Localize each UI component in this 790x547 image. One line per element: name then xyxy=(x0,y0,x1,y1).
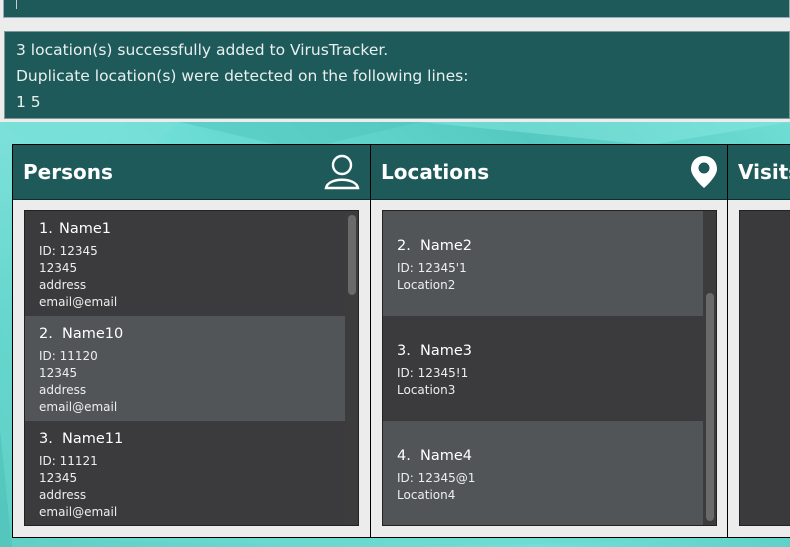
location-address: Location3 xyxy=(397,383,456,397)
person-email: email@email xyxy=(39,295,118,309)
result-line: 3 location(s) successfully added to Viru… xyxy=(16,41,389,59)
location-id: ID: 12345'1 xyxy=(397,261,467,275)
locations-list[interactable]: 2. Name2 ID: 12345'1 Location2 3. Name3 … xyxy=(382,210,717,526)
locations-panel-header: Locations xyxy=(371,145,727,200)
person-id: ID: 11120 xyxy=(39,349,98,363)
person-index: 1. xyxy=(39,221,53,237)
location-name: Name4 xyxy=(420,448,473,464)
person-name: Name10 xyxy=(62,326,124,342)
person-icon xyxy=(324,153,360,196)
visits-panel-header: Visits xyxy=(728,145,790,200)
location-name: Name3 xyxy=(420,343,473,359)
person-address: address xyxy=(39,278,87,292)
person-name: Name1 xyxy=(59,221,112,237)
location-pin-icon xyxy=(689,154,719,195)
result-line: 1 5 xyxy=(16,93,41,111)
person-email: email@email xyxy=(39,505,118,519)
location-id: ID: 12345@1 xyxy=(397,471,476,485)
person-card[interactable]: 2. Name10 ID: 11120 12345 address email@… xyxy=(25,316,345,421)
persons-scrollbar-thumb[interactable] xyxy=(348,215,356,295)
command-area xyxy=(0,0,790,26)
visits-panel-title: Visits xyxy=(738,160,790,184)
person-index: 2. xyxy=(39,326,53,342)
locations-panel: Locations 2. Name2 ID: 12345'1 Location2… xyxy=(370,144,728,538)
person-card[interactable]: 3. Name11 ID: 11121 12345 address email@… xyxy=(25,421,345,525)
location-index: 4. xyxy=(397,448,411,464)
command-input[interactable] xyxy=(3,0,790,18)
person-name: Name11 xyxy=(62,431,124,447)
persons-list[interactable]: 1. Name1 ID: 12345 12345 address email@e… xyxy=(24,210,359,526)
location-address: Location2 xyxy=(397,278,456,292)
persons-panel: Persons 1. Name1 ID: 12345 12345 address… xyxy=(12,144,371,538)
location-id: ID: 12345!1 xyxy=(397,366,469,380)
person-id: ID: 12345 xyxy=(39,244,98,258)
person-card[interactable]: 1. Name1 ID: 12345 12345 address email@e… xyxy=(25,211,345,316)
location-card[interactable]: 2. Name2 ID: 12345'1 Location2 xyxy=(383,211,703,316)
location-index: 3. xyxy=(397,343,411,359)
location-card[interactable]: 4. Name4 ID: 12345@1 Location4 xyxy=(383,421,703,525)
locations-scrollbar-thumb[interactable] xyxy=(706,293,714,521)
result-display-area: 3 location(s) successfully added to Viru… xyxy=(0,26,790,122)
visits-list[interactable] xyxy=(739,210,790,526)
person-address: address xyxy=(39,488,87,502)
locations-panel-title: Locations xyxy=(381,160,490,184)
persons-panel-header: Persons xyxy=(13,145,370,200)
location-name: Name2 xyxy=(420,238,473,254)
persons-scrollbar[interactable] xyxy=(345,211,358,525)
person-email: email@email xyxy=(39,400,118,414)
person-phone: 12345 xyxy=(39,366,78,380)
persons-panel-title: Persons xyxy=(23,160,113,184)
person-address: address xyxy=(39,383,87,397)
location-index: 2. xyxy=(397,238,411,254)
person-index: 3. xyxy=(39,431,53,447)
visits-panel: Visits xyxy=(727,144,790,538)
person-id: ID: 11121 xyxy=(39,454,98,468)
location-address: Location4 xyxy=(397,488,456,502)
location-card[interactable]: 3. Name3 ID: 12345!1 Location3 xyxy=(383,316,703,421)
result-display: 3 location(s) successfully added to Viru… xyxy=(4,31,790,119)
text-caret xyxy=(16,0,17,9)
result-line: Duplicate location(s) were detected on t… xyxy=(16,67,469,85)
person-phone: 12345 xyxy=(39,471,78,485)
locations-scrollbar[interactable] xyxy=(703,211,716,525)
person-phone: 12345 xyxy=(39,261,78,275)
